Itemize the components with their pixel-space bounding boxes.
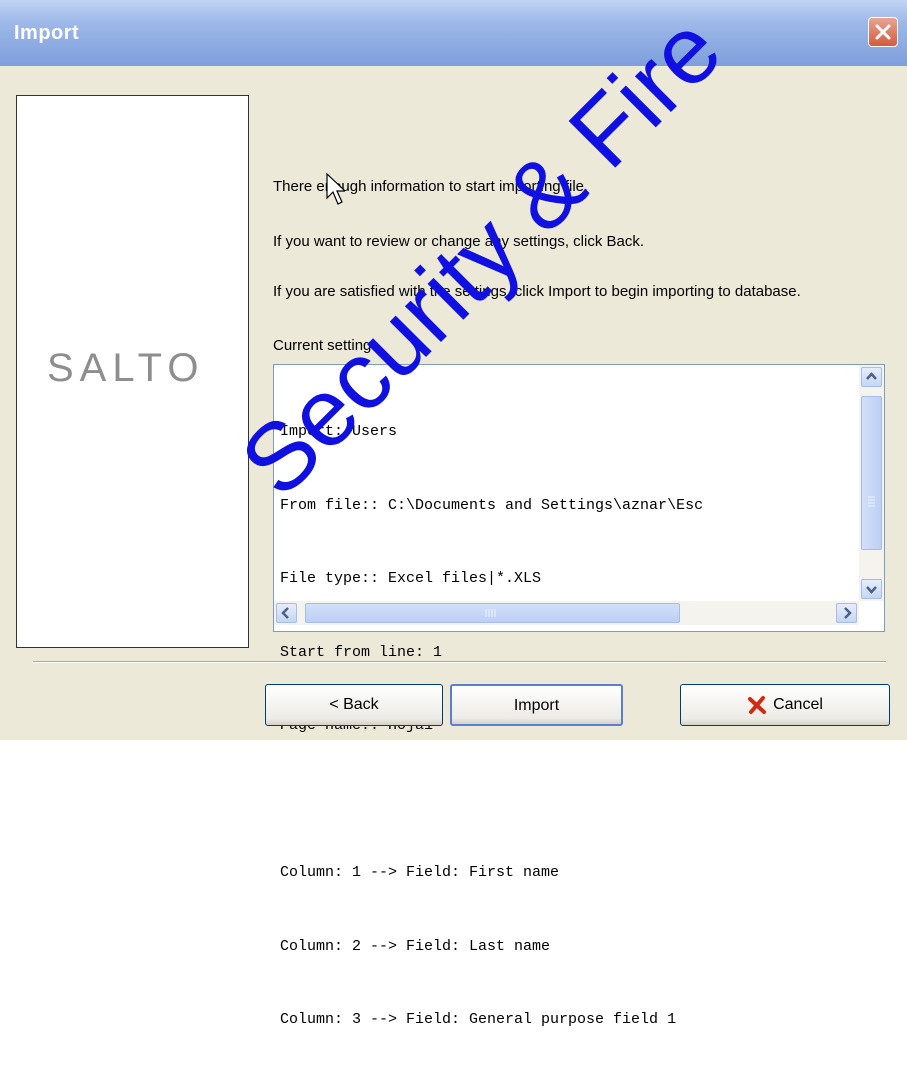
import-button[interactable]: Import [450,684,623,726]
vertical-scrollbar[interactable] [859,365,884,601]
scroll-left-button[interactable] [276,603,297,623]
scroll-right-button[interactable] [836,603,857,623]
salto-logo: SALTO [47,346,205,390]
scroll-up-button[interactable] [861,367,882,387]
current-settings-box[interactable]: Import: Users From file:: C:\Documents a… [273,364,885,1028]
separator [33,661,886,663]
horizontal-scroll-thumb[interactable] [305,603,680,623]
settings-line: From file:: C:\Documents and Settings\az… [280,496,704,514]
settings-line [280,788,852,813]
info-message: There enough information to start import… [273,178,589,195]
chevron-left-icon [281,607,289,619]
chevron-right-icon [844,607,852,619]
settings-line: File type:: Excel files|*.XLS [280,570,542,587]
grip-icon [868,496,875,507]
settings-line: Column: 1 --> Field: First name [280,864,560,881]
cancel-label: Cancel [773,696,823,713]
mouse-cursor-icon [326,172,345,205]
logo-panel: SALTO [16,95,249,648]
settings-line: Column: 2 --> Field: Last name [280,937,551,955]
chevron-down-icon [866,586,877,594]
review-message: If you want to review or change any sett… [273,233,645,250]
horizontal-scrollbar[interactable] [274,601,859,625]
settings-text: Import: Users From file:: C:\Documents a… [280,371,852,1082]
grip-icon [485,609,496,617]
satisfied-message: If you are satisfied with the settings, … [273,283,801,300]
cancel-x-icon [748,695,767,714]
cancel-button[interactable]: Cancel [680,684,890,726]
scroll-down-button[interactable] [861,579,882,599]
settings-line: Column: 3 --> Field: General purpose fie… [280,1011,677,1028]
close-button[interactable] [868,17,898,47]
current-settings-label: Current settings [273,337,379,354]
settings-line: Import: Users [280,423,398,440]
chevron-up-icon [866,372,877,380]
title-bar[interactable]: Import [0,0,907,66]
import-dialog: Import SALTO There enough information to… [0,0,907,1028]
close-icon [875,24,891,40]
back-button[interactable]: < Back [265,684,443,726]
vertical-scroll-thumb[interactable] [861,396,882,550]
window-title: Import [14,22,80,44]
